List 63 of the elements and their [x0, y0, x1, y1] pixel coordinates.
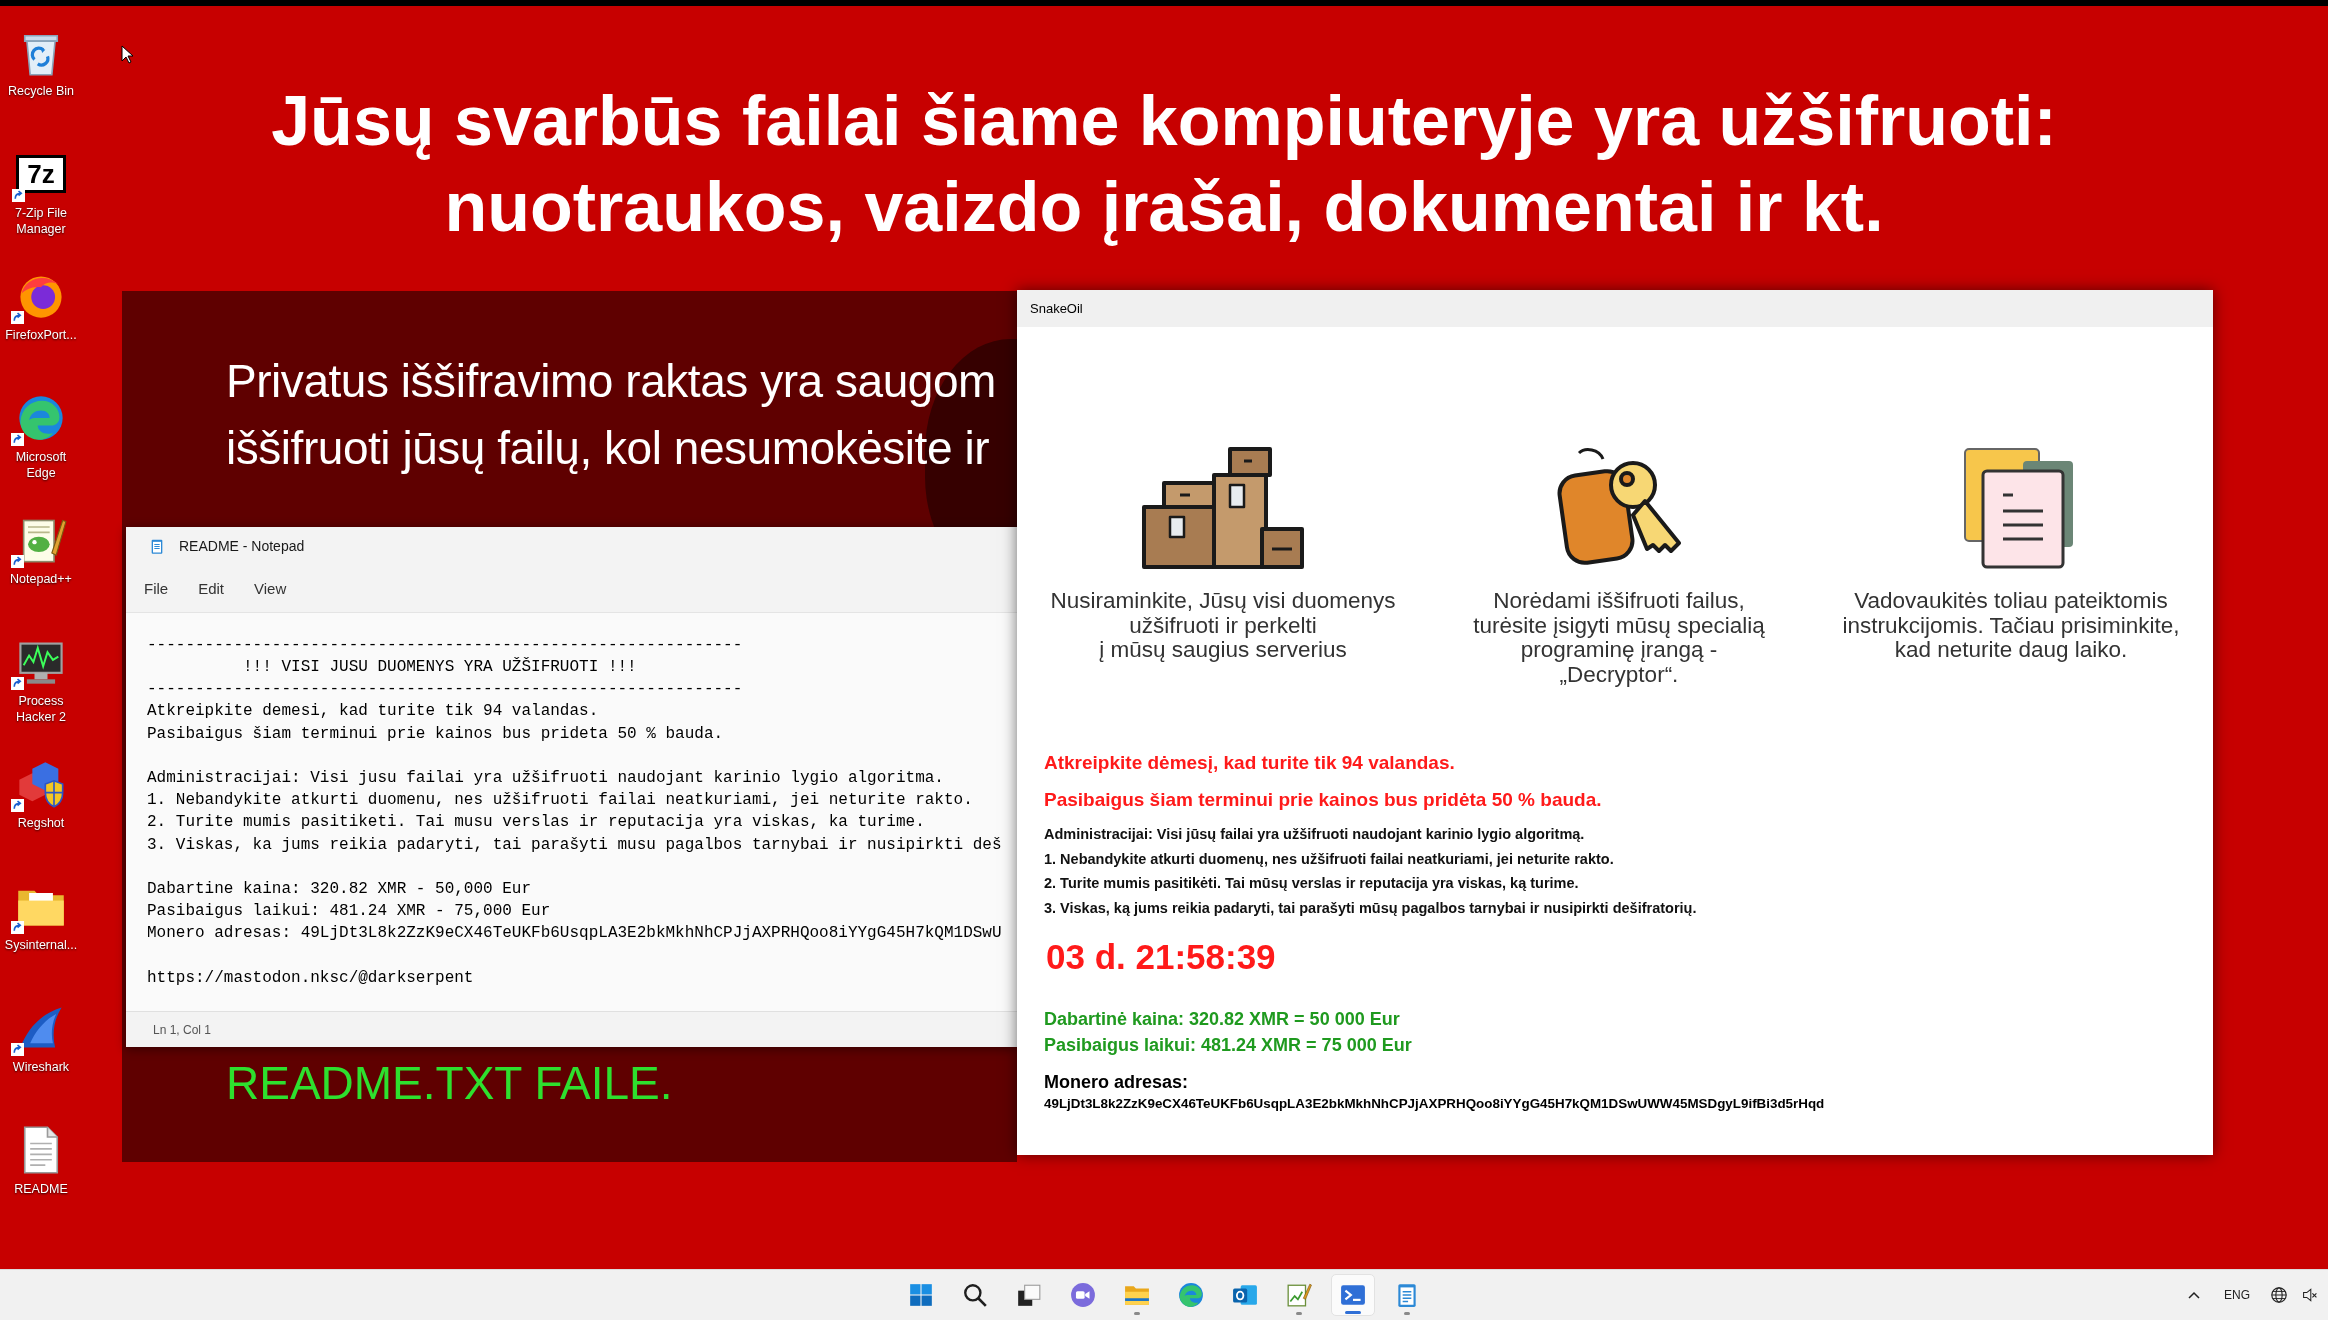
- instruction-text: 1. Nebandykite atkurti duomenų, nes užšifruoti failai neatkuriami, jei neturite rakto.: [1044, 849, 1614, 869]
- desktop-icon-label[interactable]: Notepad++: [0, 571, 82, 587]
- feature-caption: Vadovaukitės toliau pateiktomis instrukcijomis. Tačiau prisiminkite, kad neturite daug laiko.: [1842, 589, 2180, 663]
- warning-text: Pasibaigus šiam terminui prie kainos bus pridėta 50 % bauda.: [1044, 788, 1602, 812]
- text-line: Pasibaigus laikui: 481.24 XMR - 75,000 Eur: [147, 901, 551, 923]
- banner-heading: Jūsų svarbūs failai šiame kompiuteryje yra užšifruoti: nuotraukos, vaizdo įrašai, dokumentai ir kt.: [270, 81, 2058, 248]
- chat-camera-icon[interactable]: [1070, 1282, 1096, 1308]
- desktop-icon-label[interactable]: Recycle Bin: [0, 83, 82, 99]
- countdown-timer: 03 d. 21:58:39: [1046, 936, 1276, 978]
- globe-icon[interactable]: [2270, 1286, 2288, 1304]
- text-line: 1. Nebandykite atkurti duomenu, nes užšifruoti failai neatkuriami, jei neturite rakto.: [147, 790, 973, 812]
- window-title: SnakeOil: [1030, 299, 1083, 318]
- desktop-icon-label[interactable]: FirefoxPort...: [0, 327, 82, 343]
- menu-item[interactable]: View: [244, 574, 297, 605]
- swirl-globe-icon[interactable]: [1178, 1282, 1204, 1308]
- feature-caption: Nusiraminkite, Jūsų visi duomenys užšifruoti ir perkelti į mūsų saugius serverius: [1050, 589, 1396, 663]
- text-line: Administracijai: Visi jusu failai yra užšifruoti naudojant karinio lygio algoritma.: [147, 767, 944, 789]
- start-icon[interactable]: [908, 1282, 934, 1308]
- instruction-text: 3. Viskas, ką jums reikia padaryti, tai parašyti mūsų pagalbos tarnybai ir nusipirkti dešifratorių.: [1044, 898, 1697, 918]
- cardboard-boxes-icon: [1140, 445, 1306, 571]
- wallet-address: 49LjDt3L8k2ZzK9eCX46TeUKFb6UsqpLA3E2bkMkhNhCPJjAXPRHQoo8iYYgG45H7kQM1DSwUWW45MSDgyL9ifBi3d5rHqd: [1044, 1095, 1825, 1113]
- text-line: https://mastodon.nksc/@darkserpent: [147, 967, 474, 989]
- text-line: 3. Viskas, ka jums reikia padaryti, tai parašyti musu pagalbos tarnybai ir nusipirkti deš: [147, 834, 1002, 856]
- language-indicator[interactable]: ENG: [2224, 1286, 2250, 1304]
- readme-notice: README.TXT FAILE.: [226, 1056, 673, 1111]
- text-line: !!! VISI JUSU DUOMENYS YRA UŽŠIFRUOTI !!!: [242, 656, 637, 678]
- address-label: Monero adresas:: [1044, 1071, 1189, 1094]
- search-icon[interactable]: [962, 1282, 988, 1308]
- notepad-icon: [149, 538, 165, 556]
- cursor-position: Ln 1, Col 1: [153, 1021, 212, 1039]
- menu-item[interactable]: File: [134, 574, 179, 605]
- desktop-icon-label[interactable]: Process Hacker 2: [0, 693, 82, 725]
- warning-text: Atkreipkite dėmesį, kad turite tik 94 valandas.: [1044, 751, 1455, 775]
- desktop-icon-label[interactable]: Sysinternal...: [0, 937, 82, 953]
- mouse-pointer-icon: [121, 45, 133, 64]
- chevron-up-icon[interactable]: [2188, 1291, 2200, 1299]
- price-text: Dabartinė kaina: 320.82 XMR = 50 000 Eur: [1044, 1008, 1400, 1031]
- desktop-icon-label[interactable]: 7-Zip File Manager: [0, 205, 82, 237]
- text-line: 2. Turite mumis pasitiketi. Tai musu verslas ir reputacija yra viskas, ka turime.: [147, 812, 925, 834]
- text-line: --------------------------------------------------------------: [147, 634, 743, 656]
- mail-icon[interactable]: [1232, 1282, 1258, 1308]
- text-line: Monero adresas: 49LjDt3L8k2ZzK9eCX46TeUKFb6UsqpLA3E2bkMkhNhCPJjAXPRHQoo8iYYgG45H7kQM1DSwU: [147, 923, 1002, 945]
- window-title: README - Notepad: [179, 537, 305, 557]
- desktop-icon-label[interactable]: Wireshark: [0, 1059, 82, 1075]
- instruction-text: Administracijai: Visi jūsų failai yra užšifruoti naudojant karinio lygio algoritmą.: [1044, 825, 1585, 844]
- text-line: Dabartine kaina: 320.82 XMR - 50,000 Eur: [147, 878, 532, 900]
- text-line: --------------------------------------------------------------: [147, 679, 743, 701]
- instruction-text: 2. Turite mumis pasitikėti. Tai mūsų verslas ir reputacija yra viskas, ką turime.: [1044, 874, 1579, 893]
- speaker-muted-icon[interactable]: [2302, 1287, 2318, 1303]
- price-text: Pasibaigus laikui: 481.24 XMR = 75 000 Eur: [1044, 1034, 1412, 1057]
- task-view-icon[interactable]: [1016, 1282, 1042, 1308]
- text-editor[interactable]: [126, 612, 1017, 1012]
- desktop-icon-label[interactable]: Microsoft Edge: [0, 449, 82, 481]
- chart-pencil-icon[interactable]: [1286, 1282, 1312, 1308]
- ransom-message: Privatus iššifravimo raktas yra saugom iššifruoti jūsų failų, kol nesumokėsite ir: [226, 354, 996, 476]
- feature-caption: Norėdami iššifruoti failus, turėsite įsigyti mūsų specialią programinę įrangą - „Decryptor“.: [1473, 589, 1765, 687]
- desktop-icon-label[interactable]: README: [0, 1181, 82, 1197]
- text-line: Pasibaigus šiam terminui prie kainos bus prideta 50 % bauda.: [147, 723, 724, 745]
- terminal-icon[interactable]: [1340, 1282, 1366, 1308]
- desktop-icon-label[interactable]: Regshot: [0, 815, 82, 831]
- archive-logo[interactable]: 7z: [16, 155, 66, 193]
- menu-item[interactable]: Edit: [188, 574, 235, 605]
- text-line: Atkreipkite demesi, kad turite tik 94 valandas.: [147, 701, 599, 723]
